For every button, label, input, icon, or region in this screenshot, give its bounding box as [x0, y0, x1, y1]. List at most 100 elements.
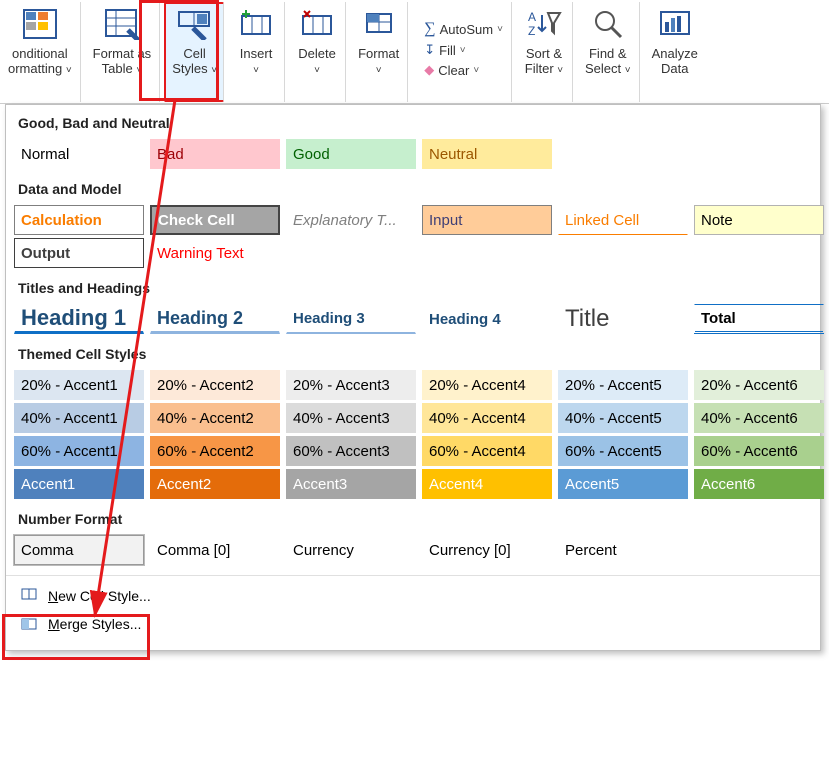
style-comma[interactable]: Comma	[14, 535, 144, 565]
style-accent6[interactable]: Accent6	[694, 469, 824, 499]
insert-button[interactable]: Insert˅	[228, 2, 285, 102]
format-label: Format˅	[358, 46, 399, 78]
style-accent2[interactable]: Accent2	[150, 469, 280, 499]
conditional-formatting-icon	[20, 4, 60, 44]
style-accent5[interactable]: Accent5	[558, 469, 688, 499]
cell-styles-gallery: Good, Bad and Neutral Normal Bad Good Ne…	[5, 104, 821, 651]
format-as-table-icon	[102, 4, 142, 44]
find-select-label: Find &Select ˅	[585, 46, 631, 78]
section-number-format: Number Format	[6, 501, 820, 533]
style-currency[interactable]: Currency	[286, 535, 416, 565]
svg-text:Z: Z	[528, 24, 535, 38]
section-titles-headings: Titles and Headings	[6, 270, 820, 302]
merge-styles-icon	[20, 615, 38, 633]
section-good-bad-neutral: Good, Bad and Neutral	[6, 105, 820, 137]
merge-styles-label: MMerge Styles...erge Styles...	[48, 616, 141, 632]
autosum-button[interactable]: ∑ AutoSum ˅	[424, 20, 503, 38]
delete-button[interactable]: Delete˅	[289, 2, 346, 102]
cell-styles-icon	[175, 4, 215, 44]
style-heading4[interactable]: Heading 4	[422, 304, 552, 334]
sort-filter-button[interactable]: AZ Sort &Filter ˅	[516, 2, 573, 102]
style-accent4[interactable]: Accent4	[422, 469, 552, 499]
style-total[interactable]: Total	[694, 304, 824, 334]
conditional-formatting-button[interactable]: onditionalormatting ˅	[0, 2, 81, 102]
section-data-model: Data and Model	[6, 171, 820, 203]
clear-button[interactable]: ◆ Clear ˅	[424, 62, 503, 78]
analyze-data-icon	[655, 4, 695, 44]
style-linked-cell[interactable]: Linked Cell	[558, 205, 688, 235]
new-cell-style-label: NNew Cell Style...ew Cell Style...	[48, 588, 151, 604]
style-40-accent1[interactable]: 40% - Accent1	[14, 403, 144, 433]
style-60-accent4[interactable]: 60% - Accent4	[422, 436, 552, 466]
analyze-data-button[interactable]: AnalyzeData	[644, 2, 706, 102]
style-accent1[interactable]: Accent1	[14, 469, 144, 499]
style-40-accent2[interactable]: 40% - Accent2	[150, 403, 280, 433]
style-40-accent6[interactable]: 40% - Accent6	[694, 403, 824, 433]
delete-label: Delete˅	[298, 46, 336, 78]
style-title[interactable]: Title	[558, 304, 688, 334]
style-heading3[interactable]: Heading 3	[286, 304, 416, 334]
style-neutral[interactable]: Neutral	[422, 139, 552, 169]
style-20-accent6[interactable]: 20% - Accent6	[694, 370, 824, 400]
style-20-accent1[interactable]: 20% - Accent1	[14, 370, 144, 400]
ribbon-bar: onditionalormatting ˅ Format asTable ˅ C…	[0, 0, 829, 104]
insert-icon	[236, 4, 276, 44]
clear-icon: ◆	[424, 62, 434, 78]
style-check-cell[interactable]: Check Cell	[150, 205, 280, 235]
style-20-accent5[interactable]: 20% - Accent5	[558, 370, 688, 400]
format-button[interactable]: Format˅	[350, 2, 408, 102]
style-60-accent1[interactable]: 60% - Accent1	[14, 436, 144, 466]
fill-label: Fill	[439, 43, 456, 58]
style-accent3[interactable]: Accent3	[286, 469, 416, 499]
format-icon	[359, 4, 399, 44]
find-select-button[interactable]: Find &Select ˅	[577, 2, 640, 102]
sort-filter-label: Sort &Filter ˅	[525, 46, 563, 78]
style-warning-text[interactable]: Warning Text	[150, 238, 280, 268]
autosum-icon: ∑	[424, 20, 435, 38]
style-60-accent2[interactable]: 60% - Accent2	[150, 436, 280, 466]
style-normal[interactable]: Normal	[14, 139, 144, 169]
merge-styles-menuitem[interactable]: MMerge Styles...erge Styles...	[16, 610, 810, 638]
style-bad[interactable]: Bad	[150, 139, 280, 169]
style-note[interactable]: Note	[694, 205, 824, 235]
new-cell-style-icon	[20, 587, 38, 605]
style-percent[interactable]: Percent	[558, 535, 688, 565]
style-60-accent5[interactable]: 60% - Accent5	[558, 436, 688, 466]
conditional-formatting-label: onditionalormatting ˅	[8, 46, 72, 78]
style-calculation[interactable]: Calculation	[14, 205, 144, 235]
cell-styles-button[interactable]: CellStyles ˅	[164, 2, 224, 102]
style-comma0[interactable]: Comma [0]	[150, 535, 280, 565]
section-themed: Themed Cell Styles	[6, 336, 820, 368]
new-cell-style-menuitem[interactable]: NNew Cell Style...ew Cell Style...	[16, 582, 810, 610]
style-heading1[interactable]: Heading 1	[14, 304, 144, 334]
style-good[interactable]: Good	[286, 139, 416, 169]
style-20-accent3[interactable]: 20% - Accent3	[286, 370, 416, 400]
cell-styles-label: CellStyles ˅	[172, 46, 217, 78]
style-40-accent3[interactable]: 40% - Accent3	[286, 403, 416, 433]
insert-label: Insert˅	[240, 46, 273, 78]
style-20-accent4[interactable]: 20% - Accent4	[422, 370, 552, 400]
clear-label: Clear	[438, 63, 469, 78]
fill-icon: ↧	[424, 42, 435, 58]
style-output[interactable]: Output	[14, 238, 144, 268]
style-40-accent4[interactable]: 40% - Accent4	[422, 403, 552, 433]
style-currency0[interactable]: Currency [0]	[422, 535, 552, 565]
style-40-accent5[interactable]: 40% - Accent5	[558, 403, 688, 433]
style-60-accent6[interactable]: 60% - Accent6	[694, 436, 824, 466]
style-20-accent2[interactable]: 20% - Accent2	[150, 370, 280, 400]
sort-filter-icon: AZ	[524, 4, 564, 44]
style-explanatory[interactable]: Explanatory T...	[286, 205, 416, 235]
delete-icon	[297, 4, 337, 44]
editing-group: ∑ AutoSum ˅ ↧ Fill ˅ ◆ Clear ˅	[412, 2, 512, 102]
format-as-table-label: Format asTable ˅	[93, 46, 152, 78]
analyze-data-label: AnalyzeData	[652, 46, 698, 76]
style-heading2[interactable]: Heading 2	[150, 304, 280, 334]
fill-button[interactable]: ↧ Fill ˅	[424, 42, 503, 58]
style-input[interactable]: Input	[422, 205, 552, 235]
find-select-icon	[588, 4, 628, 44]
separator	[6, 575, 820, 576]
style-60-accent3[interactable]: 60% - Accent3	[286, 436, 416, 466]
svg-text:A: A	[528, 10, 536, 24]
format-as-table-button[interactable]: Format asTable ˅	[85, 2, 161, 102]
autosum-label: AutoSum	[440, 22, 493, 37]
